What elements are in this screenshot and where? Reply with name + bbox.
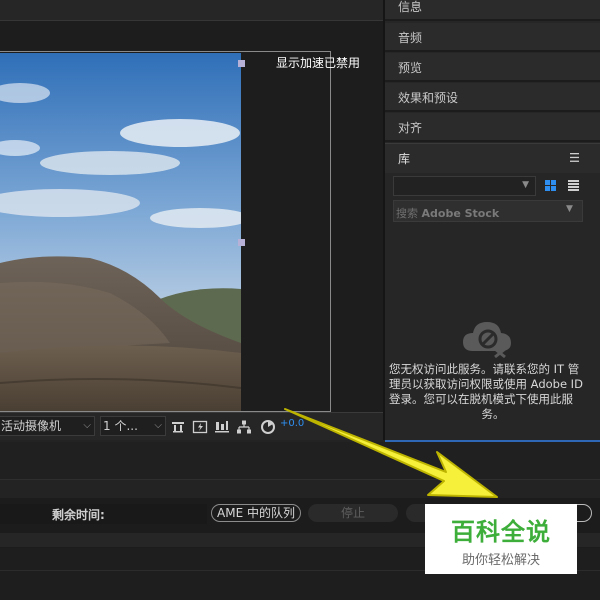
watermark-title: 百科全说 xyxy=(451,518,551,546)
timeline-icon[interactable] xyxy=(214,419,230,435)
search-placeholder: 搜索 Adobe Stock xyxy=(396,205,499,221)
stop-button[interactable]: 停止 xyxy=(308,504,398,522)
display-acceleration-disabled-label: 显示加速已禁用 xyxy=(275,56,360,70)
toggle-view-icon[interactable] xyxy=(170,419,186,435)
message-line: 务。 xyxy=(481,407,505,421)
grid-view-icon[interactable] xyxy=(545,180,556,191)
composition-bounds xyxy=(0,51,331,412)
watermark-subtitle: 助你轻松解决 xyxy=(461,553,540,568)
panel-menu-icon[interactable] xyxy=(570,153,579,162)
panel-info-label: 信息 xyxy=(398,0,423,14)
panel-effects-presets-label: 效果和预设 xyxy=(398,91,459,105)
camera-select-value: 活动摄像机 xyxy=(1,419,62,433)
caret-down-icon: ▼ xyxy=(522,180,529,190)
caret-down-icon[interactable]: ▼ xyxy=(566,204,573,214)
panel-info[interactable]: 信息 xyxy=(385,0,600,21)
panel-align[interactable]: 对齐 xyxy=(385,113,600,142)
message-line: 理员以获取访问权限或使用 Adobe ID xyxy=(389,377,583,391)
search-service-name: Adobe Stock xyxy=(421,207,500,220)
render-queue-status-row xyxy=(0,480,600,498)
message-line: 您无权访问此服务。请联系您的 IT 管 xyxy=(389,362,580,376)
cloud-offline-icon xyxy=(463,322,511,359)
views-select-value: 1 个... xyxy=(103,419,138,433)
views-select[interactable]: 1 个... ⌵ xyxy=(100,416,166,436)
panel-align-label: 对齐 xyxy=(398,121,423,135)
list-view-icon[interactable] xyxy=(568,180,579,191)
library-panel-header[interactable] xyxy=(385,143,600,173)
exposure-value[interactable]: +0.0 xyxy=(280,418,304,429)
library-access-message: 您无权访问此服务。请联系您的 IT 管 理员以获取访问权限或使用 Adobe I… xyxy=(387,362,599,422)
remaining-time-label: 剩余时间: xyxy=(52,508,105,522)
fast-previews-icon[interactable] xyxy=(192,419,208,435)
queue-in-ame-button[interactable]: AME 中的队列 xyxy=(211,504,301,522)
panel-audio[interactable]: 音频 xyxy=(385,23,600,52)
library-select[interactable]: ▼ xyxy=(393,176,536,196)
panel-preview[interactable]: 预览 xyxy=(385,53,600,82)
library-title: 库 xyxy=(398,152,411,166)
search-prefix: 搜索 xyxy=(396,207,418,220)
viewer-top-bar xyxy=(0,0,383,20)
message-line: 登录。您可以在脱机模式下使用此服 xyxy=(389,392,573,406)
panel-preview-label: 预览 xyxy=(398,61,423,75)
frame-handle[interactable] xyxy=(238,60,245,67)
chevron-down-icon: ⌵ xyxy=(83,420,91,431)
chevron-down-icon: ⌵ xyxy=(154,420,162,431)
flowchart-icon[interactable] xyxy=(236,419,252,435)
camera-select[interactable]: 活动摄像机 ⌵ xyxy=(0,416,95,436)
panel-effects-presets[interactable]: 效果和预设 xyxy=(385,83,600,112)
panel-audio-label: 音频 xyxy=(398,31,423,45)
reset-exposure-icon[interactable] xyxy=(260,419,276,435)
render-queue-header xyxy=(0,442,600,479)
frame-handle[interactable] xyxy=(238,239,245,246)
